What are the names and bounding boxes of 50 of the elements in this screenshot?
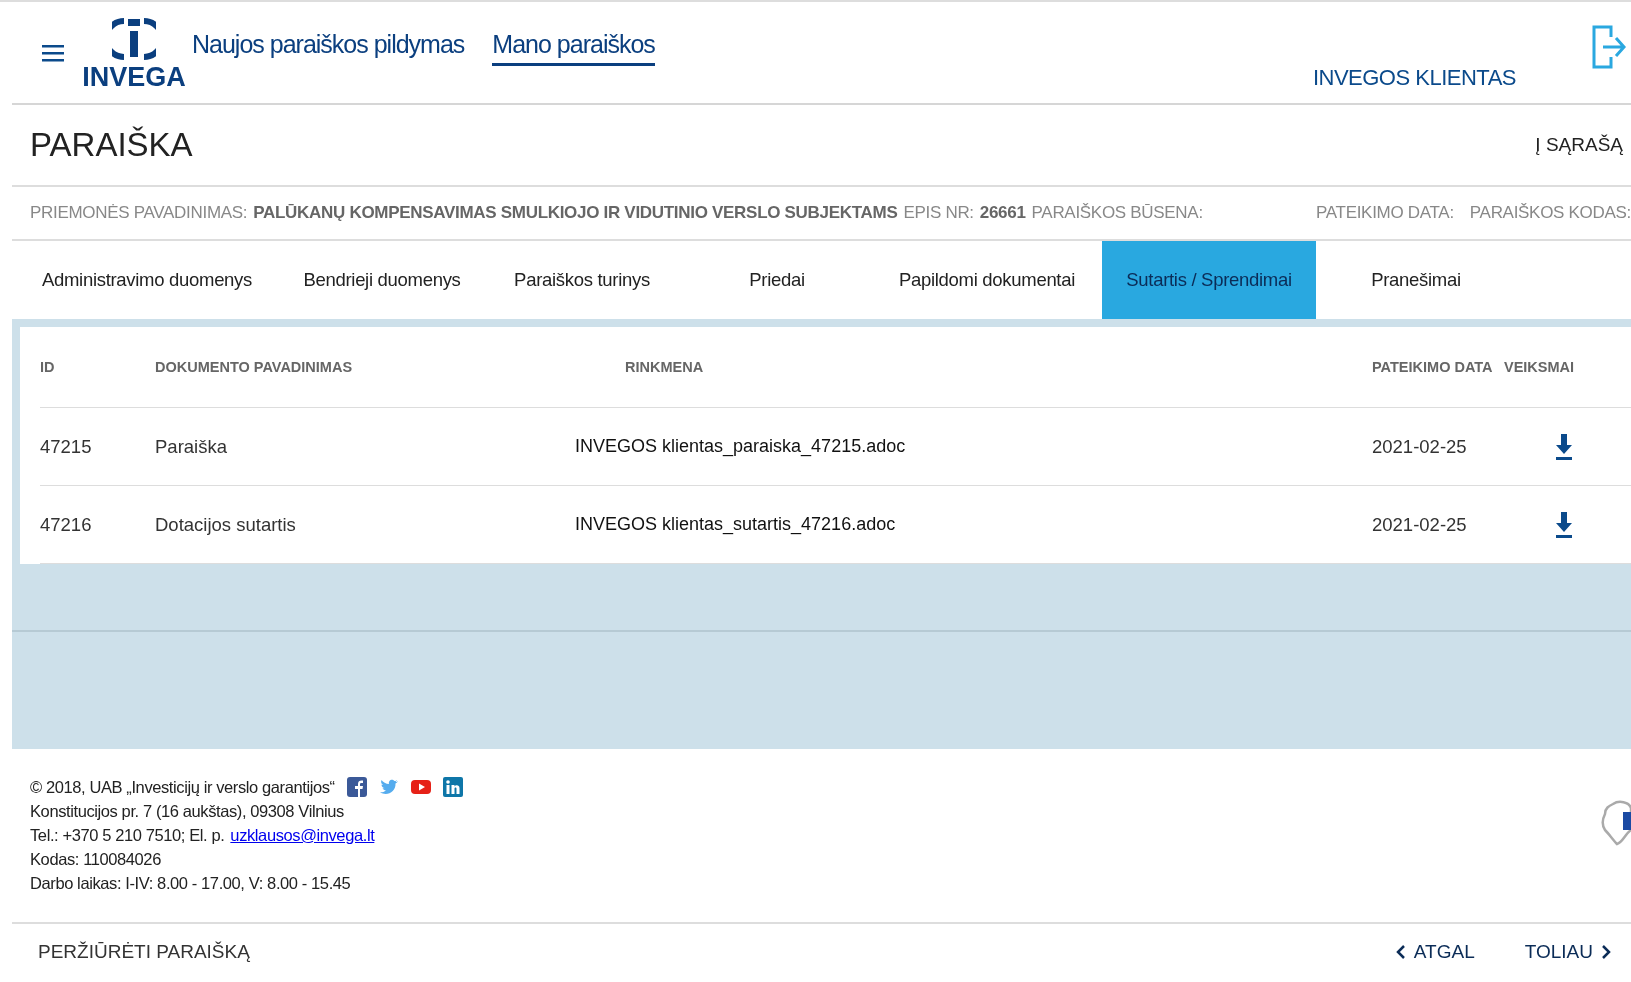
column-header: PATEIKIMO DATA xyxy=(1372,359,1494,375)
column-header: RINKMENA xyxy=(624,359,705,375)
tab[interactable]: Sutartis / Sprendimai xyxy=(1102,241,1316,319)
table-cell-text: INVEGOS klientas_paraiska_47215.adoc xyxy=(575,436,907,457)
meta-label: PARAIŠKOS KODAS: xyxy=(1469,203,1631,223)
tab[interactable]: Pranešimai xyxy=(1316,241,1516,319)
download-icon[interactable] xyxy=(1555,511,1573,538)
view-application-link[interactable]: PERŽIŪRĖTI PARAIŠKĄ xyxy=(38,941,250,963)
email-link[interactable]: uzklausos@invega.lt xyxy=(230,823,375,847)
table-cell-text: 2021-02-25 xyxy=(1372,513,1468,536)
meta-label: PRIEMONĖS PAVADINIMAS: xyxy=(30,203,248,223)
column-header: VEIKSMAI xyxy=(1504,359,1576,375)
facebook-icon[interactable] xyxy=(346,777,367,797)
working-hours-text: Darbo laikas: I-IV: 8.00 - 17.00, V: 8.00 - 15.45 xyxy=(30,873,352,894)
table-cell-text: 47215 xyxy=(40,435,93,458)
nav-link[interactable]: Mano paraiškos xyxy=(492,29,655,66)
meta-label: EPIS NR: xyxy=(903,203,974,223)
meta-value: 26661 xyxy=(979,203,1026,223)
download-icon[interactable] xyxy=(1555,433,1573,460)
tab[interactable]: Bendrieji duomenys xyxy=(282,241,482,319)
meta-label: PATEIKIMO DATA: xyxy=(1316,203,1454,223)
back-to-list-link[interactable]: Į SĄRAŠĄ xyxy=(1535,134,1623,156)
logo-text: INVEGA xyxy=(82,62,186,91)
chevron-left-icon xyxy=(1395,944,1406,960)
table-cell-text: INVEGOS klientas_sutartis_47216.adoc xyxy=(575,514,897,535)
tab[interactable]: Papildomi dokumentai xyxy=(872,241,1102,319)
tab[interactable]: Paraiškos turinys xyxy=(482,241,682,319)
table-cell-text: Paraiška xyxy=(155,435,228,458)
tab[interactable]: Administravimo duomenys xyxy=(12,241,282,319)
nav-link[interactable]: Naujos paraiškos pildymas xyxy=(192,29,465,66)
play-icon[interactable] xyxy=(410,777,431,797)
table-cell-text: 2021-02-25 xyxy=(1372,435,1468,458)
column-header: DOKUMENTO PAVADINIMAS xyxy=(155,359,354,375)
copyright-text: © 2018, UAB „Investicijų ir verslo garantijos“ xyxy=(30,777,335,798)
meta-value: PALŪKANŲ KOMPENSAVIMAS SMULKIOJO IR VIDUTINIO VERSLO SUBJEKTAMS xyxy=(253,203,898,223)
back-button[interactable]: ATGAL xyxy=(1395,941,1475,963)
company-code-text: Kodas: 110084026 xyxy=(30,849,162,870)
linkedin-icon[interactable] xyxy=(442,777,463,797)
phone-text: Tel.: +370 5 210 7510; El. p. xyxy=(30,825,225,846)
table-cell-text: 47216 xyxy=(40,513,93,536)
column-header: ID xyxy=(40,359,56,375)
page-title: PARAIŠKA xyxy=(30,126,194,164)
user-name: INVEGOS KLIENTAS xyxy=(1312,65,1516,91)
table-cell-text: Dotacijos sutartis xyxy=(155,513,297,536)
tab[interactable]: Priedai xyxy=(682,241,872,319)
chevron-right-icon xyxy=(1601,944,1611,960)
menu-icon[interactable] xyxy=(42,43,64,62)
meta-label: PARAIŠKOS BŪSENA: xyxy=(1031,203,1203,223)
address-text: Konstitucijos pr. 7 (16 aukštas), 09308 Vilnius xyxy=(30,801,345,822)
next-button[interactable]: TOLIAU xyxy=(1524,941,1611,963)
